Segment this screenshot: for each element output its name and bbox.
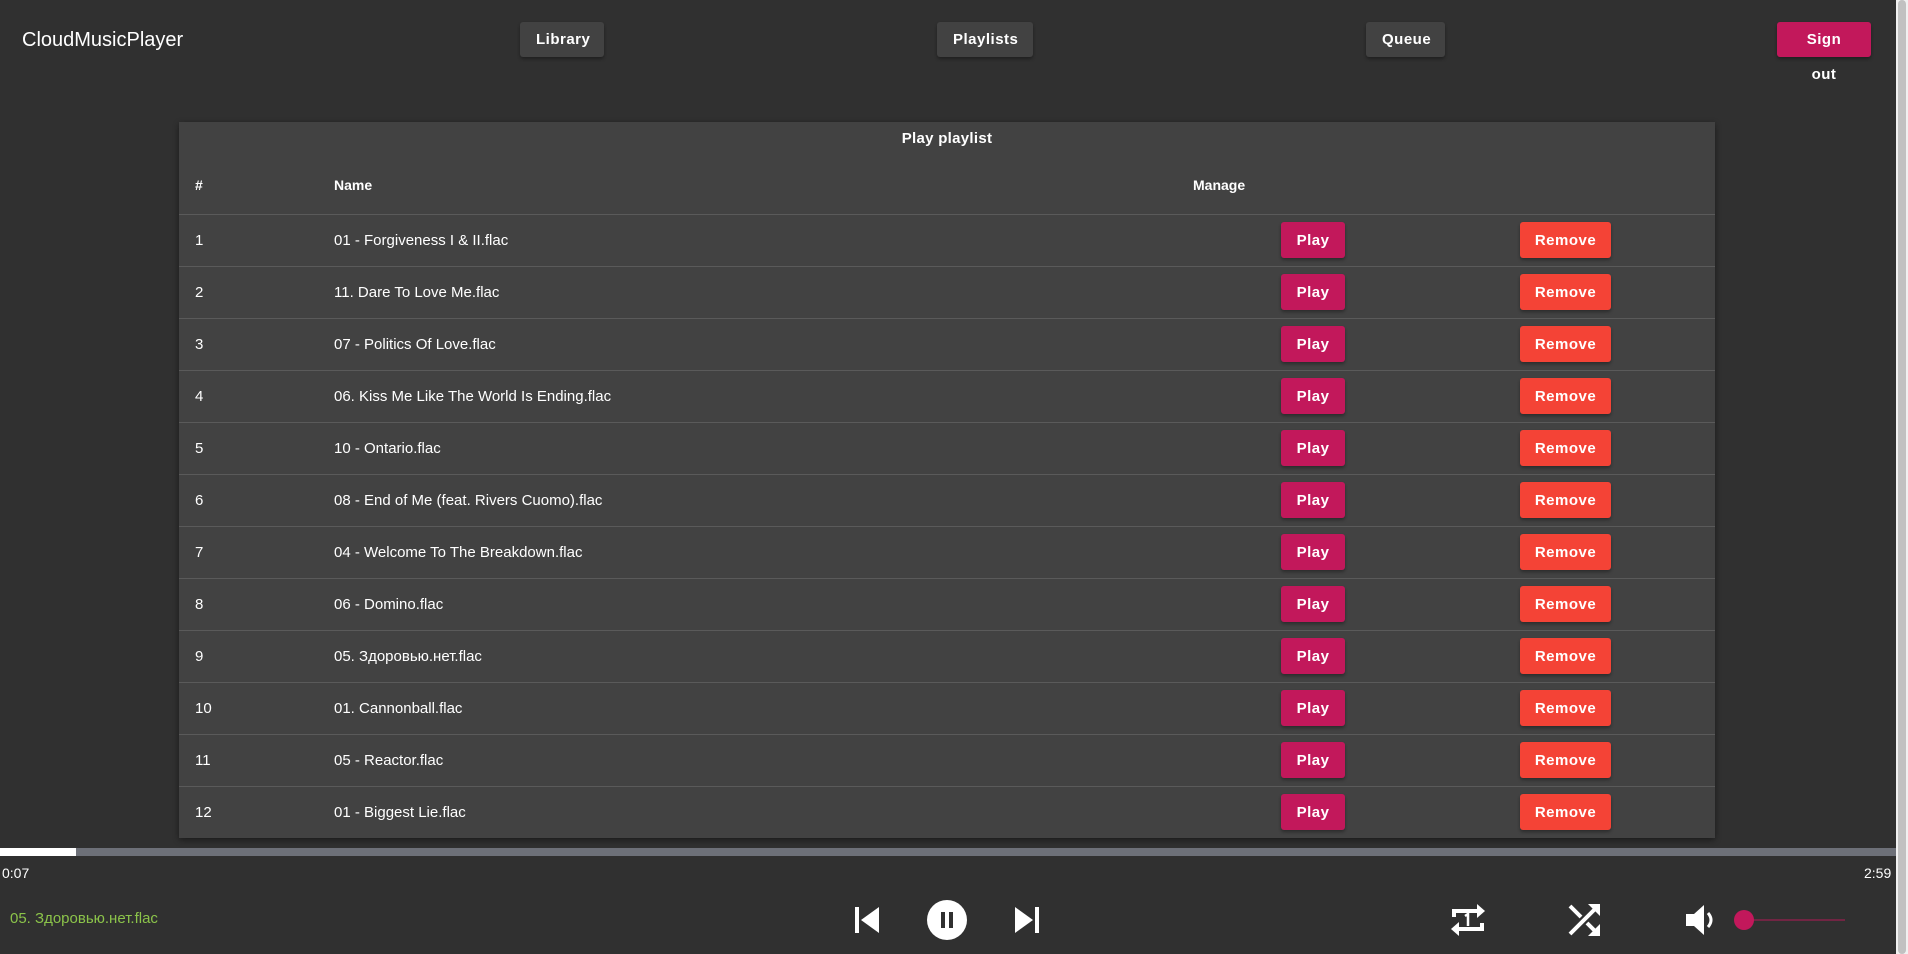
play-track-button[interactable]: Play	[1281, 482, 1345, 518]
track-number: 5	[195, 440, 204, 457]
volume-slider-track[interactable]	[1745, 919, 1845, 921]
play-track-button[interactable]: Play	[1281, 638, 1345, 674]
sign-out-button[interactable]: Sign out	[1777, 22, 1871, 83]
remove-track-button[interactable]: Remove	[1520, 794, 1611, 830]
volume-slider-handle[interactable]	[1734, 910, 1754, 930]
play-track-button[interactable]: Play	[1281, 742, 1345, 778]
remove-track-button[interactable]: Remove	[1520, 482, 1611, 518]
volume-icon[interactable]	[1684, 902, 1716, 938]
play-track-button[interactable]: Play	[1281, 534, 1345, 570]
table-row: 2 11. Dare To Love Me.flac Play Remove	[179, 266, 1715, 318]
remove-track-button[interactable]: Remove	[1520, 378, 1611, 414]
now-playing-title: 05. Здоровью.нет.flac	[10, 910, 158, 927]
skip-previous-icon[interactable]	[852, 902, 882, 938]
track-name: 04 - Welcome To The Breakdown.flac	[334, 544, 583, 561]
track-number: 7	[195, 544, 204, 561]
track-number: 12	[195, 804, 212, 821]
app: CloudMusicPlayer Library Playlists Queue…	[0, 0, 1908, 954]
shuffle-icon[interactable]	[1566, 900, 1604, 940]
track-number: 2	[195, 284, 204, 301]
track-number: 8	[195, 596, 204, 613]
remove-track-button[interactable]: Remove	[1520, 690, 1611, 726]
play-track-button[interactable]: Play	[1281, 586, 1345, 622]
table-row: 11 05 - Reactor.flac Play Remove	[179, 734, 1715, 786]
track-name: 06 - Domino.flac	[334, 596, 444, 613]
page-scrollbar[interactable]	[1896, 0, 1908, 954]
track-list: 1 01 - Forgiveness I & II.flac Play Remove 2…	[179, 214, 1715, 838]
track-number: 1	[195, 232, 204, 249]
play-track-button[interactable]: Play	[1281, 430, 1345, 466]
nav-library-button[interactable]: Library	[520, 22, 604, 57]
repeat-one-icon[interactable]	[1448, 899, 1488, 941]
play-track-button[interactable]: Play	[1281, 378, 1345, 414]
track-name: 01. Cannonball.flac	[334, 700, 463, 717]
remove-track-button[interactable]: Remove	[1520, 742, 1611, 778]
track-number: 11	[195, 752, 211, 769]
table-row: 8 06 - Domino.flac Play Remove	[179, 578, 1715, 630]
remove-track-button[interactable]: Remove	[1520, 222, 1611, 258]
table-row: 7 04 - Welcome To The Breakdown.flac Play R…	[179, 526, 1715, 578]
progress-bar[interactable]	[0, 848, 1896, 856]
table-row: 12 01 - Biggest Lie.flac Play Remove	[179, 786, 1715, 838]
scrollbar-thumb[interactable]	[1898, 0, 1906, 954]
track-name: 06. Kiss Me Like The World Is Ending.fla…	[334, 388, 612, 405]
track-name: 10 - Ontario.flac	[334, 440, 441, 457]
play-track-button[interactable]: Play	[1281, 274, 1345, 310]
track-number: 4	[195, 388, 204, 405]
playlist-title: Play playlist	[901, 130, 993, 147]
remove-track-button[interactable]: Remove	[1520, 430, 1611, 466]
column-header-name: Name	[334, 177, 373, 193]
track-name: 05. Здоровью.нет.flac	[334, 648, 482, 665]
nav-playlists-button[interactable]: Playlists	[937, 22, 1033, 57]
track-name: 07 - Politics Of Love.flac	[334, 336, 496, 353]
remove-track-button[interactable]: Remove	[1520, 586, 1611, 622]
column-header-manage: Manage	[1193, 177, 1246, 193]
current-time: 0:07	[2, 865, 30, 881]
app-brand: CloudMusicPlayer	[22, 29, 184, 51]
skip-next-icon[interactable]	[1012, 902, 1042, 938]
remove-track-button[interactable]: Remove	[1520, 638, 1611, 674]
pause-icon[interactable]	[926, 899, 968, 941]
remove-track-button[interactable]: Remove	[1520, 274, 1611, 310]
track-number: 9	[195, 648, 204, 665]
track-name: 01 - Biggest Lie.flac	[334, 804, 466, 821]
track-name: 01 - Forgiveness I & II.flac	[334, 232, 509, 249]
play-track-button[interactable]: Play	[1281, 222, 1345, 258]
track-number: 6	[195, 492, 204, 509]
table-row: 4 06. Kiss Me Like The World Is Ending.fl…	[179, 370, 1715, 422]
track-name: 11. Dare To Love Me.flac	[334, 284, 500, 301]
nav-queue-button[interactable]: Queue	[1366, 22, 1445, 57]
remove-track-button[interactable]: Remove	[1520, 326, 1611, 362]
track-name: 05 - Reactor.flac	[334, 752, 444, 769]
track-number: 10	[195, 700, 212, 717]
table-row: 3 07 - Politics Of Love.flac Play Remove	[179, 318, 1715, 370]
table-row: 6 08 - End of Me (feat. Rivers Cuomo).fla…	[179, 474, 1715, 526]
table-row: 5 10 - Ontario.flac Play Remove	[179, 422, 1715, 474]
track-number: 3	[195, 336, 204, 353]
playlist-card: Play playlist # Name Manage 1 01 - Forgiv…	[179, 122, 1715, 838]
table-row: 9 05. Здоровью.нет.flac Play Remove	[179, 630, 1715, 682]
play-track-button[interactable]: Play	[1281, 794, 1345, 830]
total-time: 2:59	[1864, 865, 1892, 881]
column-header-number: #	[195, 177, 203, 193]
table-row: 10 01. Cannonball.flac Play Remove	[179, 682, 1715, 734]
track-name: 08 - End of Me (feat. Rivers Cuomo).flac	[334, 492, 603, 509]
progress-fill	[0, 848, 76, 856]
remove-track-button[interactable]: Remove	[1520, 534, 1611, 570]
play-track-button[interactable]: Play	[1281, 690, 1345, 726]
play-track-button[interactable]: Play	[1281, 326, 1345, 362]
table-row: 1 01 - Forgiveness I & II.flac Play Remove	[179, 214, 1715, 266]
